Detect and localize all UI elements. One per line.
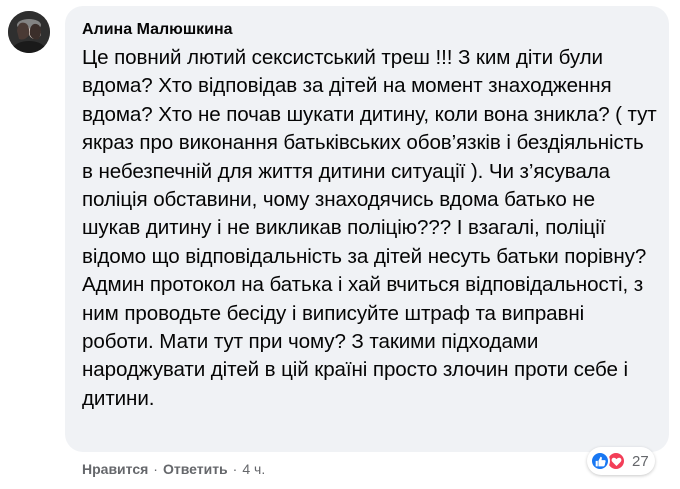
reactions-summary[interactable]: 27 (587, 447, 655, 475)
separator: · (232, 461, 238, 477)
reaction-count: 27 (632, 452, 649, 470)
reply-button[interactable]: Ответить (163, 461, 228, 477)
avatar[interactable] (8, 11, 50, 53)
comment-actions: Нравится · Ответить · 4 ч. (82, 459, 265, 479)
comment: Алина Малюшкина Це повний лютий сексистс… (0, 0, 680, 489)
like-button[interactable]: Нравится (82, 461, 148, 477)
author-name[interactable]: Алина Малюшкина (82, 20, 657, 40)
comment-bubble: Алина Малюшкина Це повний лютий сексистс… (65, 6, 669, 452)
comment-text: Це повний лютий сексистський треш !!! З … (82, 46, 657, 410)
separator: · (153, 461, 158, 477)
like-icon (590, 451, 610, 471)
avatar-photo (8, 11, 50, 53)
timestamp[interactable]: 4 ч. (242, 461, 265, 477)
